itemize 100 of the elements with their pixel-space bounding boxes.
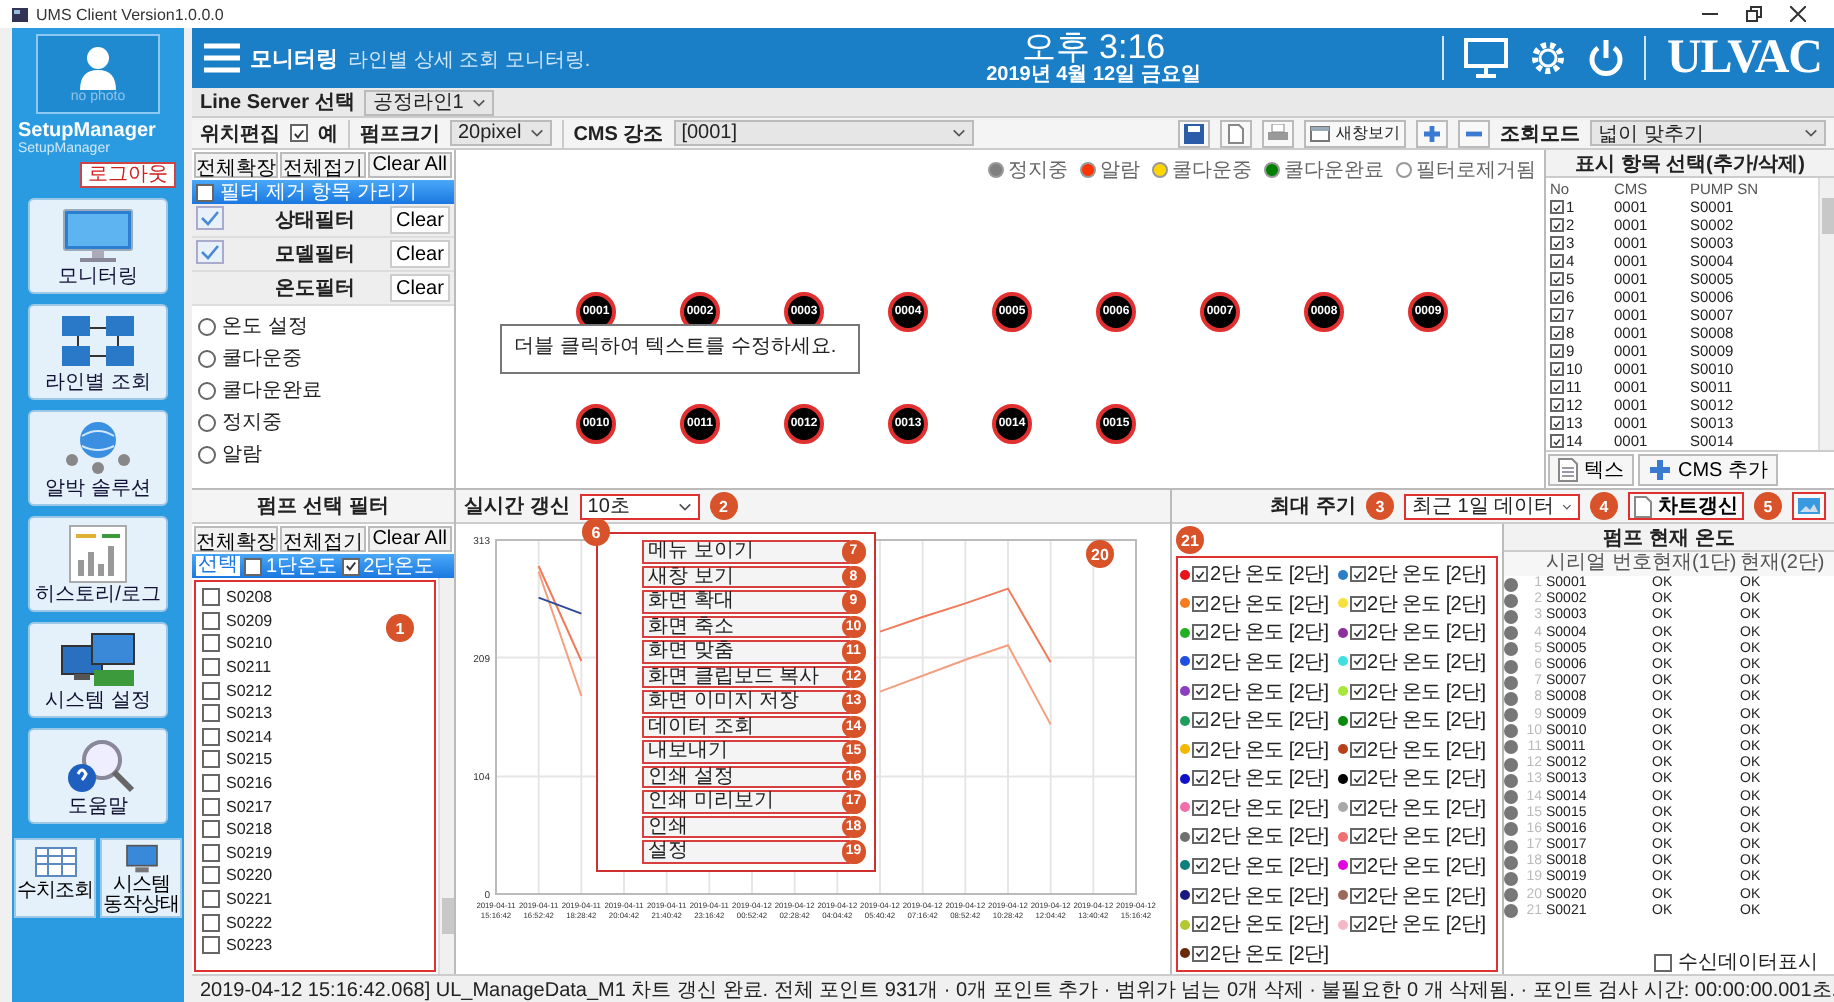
nav-tile[interactable]: 시스템 동작상태 xyxy=(100,838,182,918)
checkbox[interactable] xyxy=(1550,380,1564,394)
checkbox[interactable] xyxy=(1192,566,1208,583)
radio-button[interactable] xyxy=(198,349,216,367)
radio-button[interactable] xyxy=(198,381,216,399)
zoom-in-button[interactable] xyxy=(1416,119,1448,147)
menu-item[interactable]: 화면 맞춤 xyxy=(642,640,850,663)
checkbox[interactable] xyxy=(202,681,220,700)
checkbox[interactable] xyxy=(1550,398,1564,412)
checkbox[interactable] xyxy=(202,704,220,723)
checkbox[interactable] xyxy=(1192,624,1208,641)
monitor-icon[interactable] xyxy=(1464,38,1509,78)
refresh-dropdown[interactable]: 10초 xyxy=(579,493,700,519)
checkbox[interactable] xyxy=(1550,344,1564,358)
clear-button[interactable]: Clear xyxy=(390,206,450,234)
radio-button[interactable] xyxy=(198,445,216,463)
checkbox[interactable] xyxy=(1192,945,1208,962)
checkbox[interactable] xyxy=(1550,236,1564,250)
panel-button[interactable]: 텍스 xyxy=(1548,454,1634,486)
checkbox[interactable] xyxy=(1192,741,1208,758)
panel-button[interactable]: 전체확장 xyxy=(194,526,279,552)
list-item[interactable]: S0219 xyxy=(226,843,273,862)
checkbox[interactable] xyxy=(1550,218,1564,232)
checkbox[interactable] xyxy=(1550,362,1564,376)
checkbox[interactable] xyxy=(1550,308,1564,322)
line-chart[interactable] xyxy=(456,524,1170,974)
save-button[interactable] xyxy=(1178,119,1210,147)
checkbox[interactable] xyxy=(1349,828,1365,845)
menu-item[interactable]: 메뉴 보이기 xyxy=(642,540,850,563)
checkbox[interactable] xyxy=(202,750,220,769)
checkbox[interactable] xyxy=(1550,434,1564,448)
checkbox[interactable] xyxy=(1550,416,1564,430)
checkbox[interactable] xyxy=(1349,857,1365,874)
zoom-out-button[interactable] xyxy=(1458,119,1490,147)
list-item[interactable]: S0218 xyxy=(226,820,273,839)
list-item[interactable]: S0221 xyxy=(226,890,273,909)
list-item[interactable]: S0216 xyxy=(226,774,273,793)
list-item[interactable]: S0223 xyxy=(226,936,273,955)
checkbox[interactable] xyxy=(1349,741,1365,758)
list-item[interactable]: S0209 xyxy=(226,611,273,630)
nav-tile[interactable]: 라인별 조회 xyxy=(28,304,168,400)
checkbox[interactable] xyxy=(1550,326,1564,340)
nav-tile[interactable]: 도움말 xyxy=(28,728,168,824)
panel-button[interactable]: CMS 추가 xyxy=(1638,454,1778,486)
list-item[interactable]: S0212 xyxy=(226,681,273,700)
list-item[interactable]: S0220 xyxy=(226,866,273,885)
checkbox[interactable] xyxy=(202,820,220,839)
checkbox[interactable] xyxy=(1349,566,1365,583)
checkbox[interactable] xyxy=(1192,712,1208,729)
list-item[interactable]: S0210 xyxy=(226,634,273,653)
menu-item[interactable]: 새창 보기 xyxy=(642,565,850,588)
panel-button[interactable]: Clear All xyxy=(367,526,452,552)
checkbox[interactable] xyxy=(1192,857,1208,874)
checkbox[interactable] xyxy=(202,797,220,816)
pump-size-dropdown[interactable]: 20pixel xyxy=(450,120,552,146)
check-icon[interactable] xyxy=(196,239,224,263)
panel-button[interactable]: 전체접기 xyxy=(280,526,366,552)
list-item[interactable]: S0211 xyxy=(226,658,272,677)
nav-tile[interactable]: 모니터링 xyxy=(28,198,168,294)
panel-button[interactable]: 전체접기 xyxy=(280,152,366,178)
clear-button[interactable]: Clear xyxy=(390,274,450,302)
checkbox[interactable] xyxy=(1192,595,1208,612)
menu-item[interactable]: 화면 확대 xyxy=(642,590,850,613)
checkbox[interactable] xyxy=(341,557,360,575)
checkbox[interactable] xyxy=(1349,770,1365,787)
checkbox[interactable] xyxy=(202,936,220,955)
checkbox[interactable] xyxy=(1654,953,1672,971)
close-icon[interactable] xyxy=(1790,6,1806,22)
list-item[interactable]: S0214 xyxy=(226,727,273,746)
list-item[interactable]: S0222 xyxy=(226,913,273,932)
scrollbar[interactable] xyxy=(1818,178,1834,450)
checkbox[interactable] xyxy=(202,866,220,885)
checkbox[interactable] xyxy=(196,183,214,201)
chart-refresh-button[interactable]: 차트갱신 xyxy=(1628,492,1744,520)
checkbox[interactable] xyxy=(244,557,262,575)
checkbox[interactable] xyxy=(1192,828,1208,845)
check-icon[interactable] xyxy=(196,205,224,229)
nav-tile[interactable]: 시스템 설정 xyxy=(28,622,168,718)
checkbox[interactable] xyxy=(1550,290,1564,304)
menu-icon[interactable] xyxy=(204,42,240,74)
checkbox[interactable] xyxy=(1349,916,1365,933)
clear-button[interactable]: Clear xyxy=(390,240,450,268)
line-server-dropdown[interactable]: 공정라인1 xyxy=(364,89,494,115)
panel-button[interactable]: 전체확장 xyxy=(194,152,279,178)
checkbox[interactable] xyxy=(1192,653,1208,670)
checkbox[interactable] xyxy=(1550,200,1564,214)
power-icon[interactable] xyxy=(1588,38,1625,78)
settings-icon[interactable] xyxy=(1528,38,1569,78)
checkbox[interactable] xyxy=(202,658,220,677)
checkbox[interactable] xyxy=(1349,683,1365,700)
checkbox[interactable] xyxy=(202,611,220,630)
text-note[interactable]: 더블 클릭하여 텍스트를 수정하세요. xyxy=(500,324,860,374)
checkbox[interactable] xyxy=(1349,799,1365,816)
view-mode-dropdown[interactable]: 넓이 맞추기 xyxy=(1590,120,1826,146)
period-dropdown[interactable]: 최근 1일 데이터 xyxy=(1404,493,1580,519)
list-item[interactable]: S0215 xyxy=(226,750,273,769)
checkbox[interactable] xyxy=(1349,712,1365,729)
radio-button[interactable] xyxy=(198,317,216,335)
image-button[interactable] xyxy=(1792,492,1826,520)
radio-button[interactable] xyxy=(198,413,216,431)
